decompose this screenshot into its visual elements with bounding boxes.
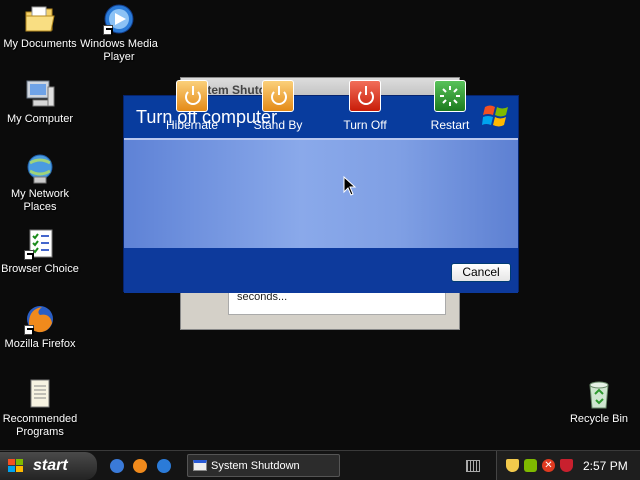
taskbar: start System Shutdown ✕ 2:57 PM xyxy=(0,450,640,480)
desktop-icon-my-computer[interactable]: My Computer xyxy=(0,78,80,126)
desktop-icon-label: Mozilla Firefox xyxy=(4,338,76,350)
stand-by-button[interactable]: Stand By xyxy=(238,80,318,132)
cancel-button[interactable]: Cancel xyxy=(451,263,511,282)
desktop-icon-label: My Documents xyxy=(3,38,77,50)
start-label: start xyxy=(33,457,68,474)
desktop-icon-label: Recommended Programs xyxy=(2,413,78,438)
desktop-icon-recommended-programs[interactable]: Recommended Programs xyxy=(0,378,80,439)
internet-explorer-icon[interactable] xyxy=(110,459,124,473)
desktop-icon-my-documents[interactable]: My Documents xyxy=(0,3,80,51)
taskbar-button-system-shutdown[interactable]: System Shutdown xyxy=(187,454,340,477)
desktop-icon-my-network-places[interactable]: My Network Places xyxy=(0,153,80,214)
clock[interactable]: 2:57 PM xyxy=(583,459,628,473)
recycle-bin-icon xyxy=(583,378,615,410)
option-label: Stand By xyxy=(253,118,303,132)
desktop-icon-label: Windows Media Player xyxy=(80,38,158,63)
power-icon xyxy=(262,80,294,112)
network-icon[interactable] xyxy=(524,459,537,472)
start-button[interactable]: start xyxy=(0,452,97,480)
power-icon xyxy=(349,80,381,112)
shortcut-arrow-icon xyxy=(24,250,34,260)
window-icon xyxy=(193,460,207,471)
restart-icon xyxy=(434,80,466,112)
desktop-icon-label: Browser Choice xyxy=(1,263,79,275)
desktop-icon-windows-media-player[interactable]: Windows Media Player xyxy=(79,3,159,64)
computer-icon xyxy=(24,78,56,110)
options-panel xyxy=(124,138,518,248)
folder-documents-icon xyxy=(24,3,56,35)
firefox-icon xyxy=(24,303,56,335)
browser-choice-icon xyxy=(24,228,56,260)
option-label: Restart xyxy=(430,118,470,132)
turn-off-button[interactable]: Turn Off xyxy=(325,80,405,132)
desktop-icon-label: My Network Places xyxy=(10,188,70,213)
desktop-icon-label: My Computer xyxy=(6,113,74,125)
keyboard-icon[interactable] xyxy=(466,460,480,472)
option-label: Hibernate xyxy=(165,118,219,132)
desktop-icon-recycle-bin[interactable]: Recycle Bin xyxy=(559,378,639,426)
network-places-icon xyxy=(24,153,56,185)
option-label: Turn Off xyxy=(343,118,387,132)
shortcut-arrow-icon xyxy=(24,325,34,335)
antivirus-icon[interactable] xyxy=(560,459,573,472)
taskbar-button-label: System Shutdown xyxy=(211,460,300,472)
power-icon xyxy=(176,80,208,112)
shortcut-arrow-icon xyxy=(103,25,113,35)
system-tray: ✕ 2:57 PM xyxy=(496,451,640,480)
desktop-icon-browser-choice[interactable]: Browser Choice xyxy=(0,228,80,276)
media-player-icon xyxy=(103,3,135,35)
desktop-icon-mozilla-firefox[interactable]: Mozilla Firefox xyxy=(0,303,80,351)
security-shield-icon[interactable] xyxy=(506,459,519,472)
firefox-quicklaunch-icon[interactable] xyxy=(133,459,147,473)
media-player-quicklaunch-icon[interactable] xyxy=(157,459,171,473)
restart-button[interactable]: Restart xyxy=(410,80,490,132)
recommended-programs-icon xyxy=(24,378,56,410)
alert-icon[interactable]: ✕ xyxy=(542,459,555,472)
desktop-icon-label: Recycle Bin xyxy=(569,413,629,425)
windows-flag-icon xyxy=(8,459,24,473)
hibernate-button[interactable]: Hibernate xyxy=(152,80,232,132)
